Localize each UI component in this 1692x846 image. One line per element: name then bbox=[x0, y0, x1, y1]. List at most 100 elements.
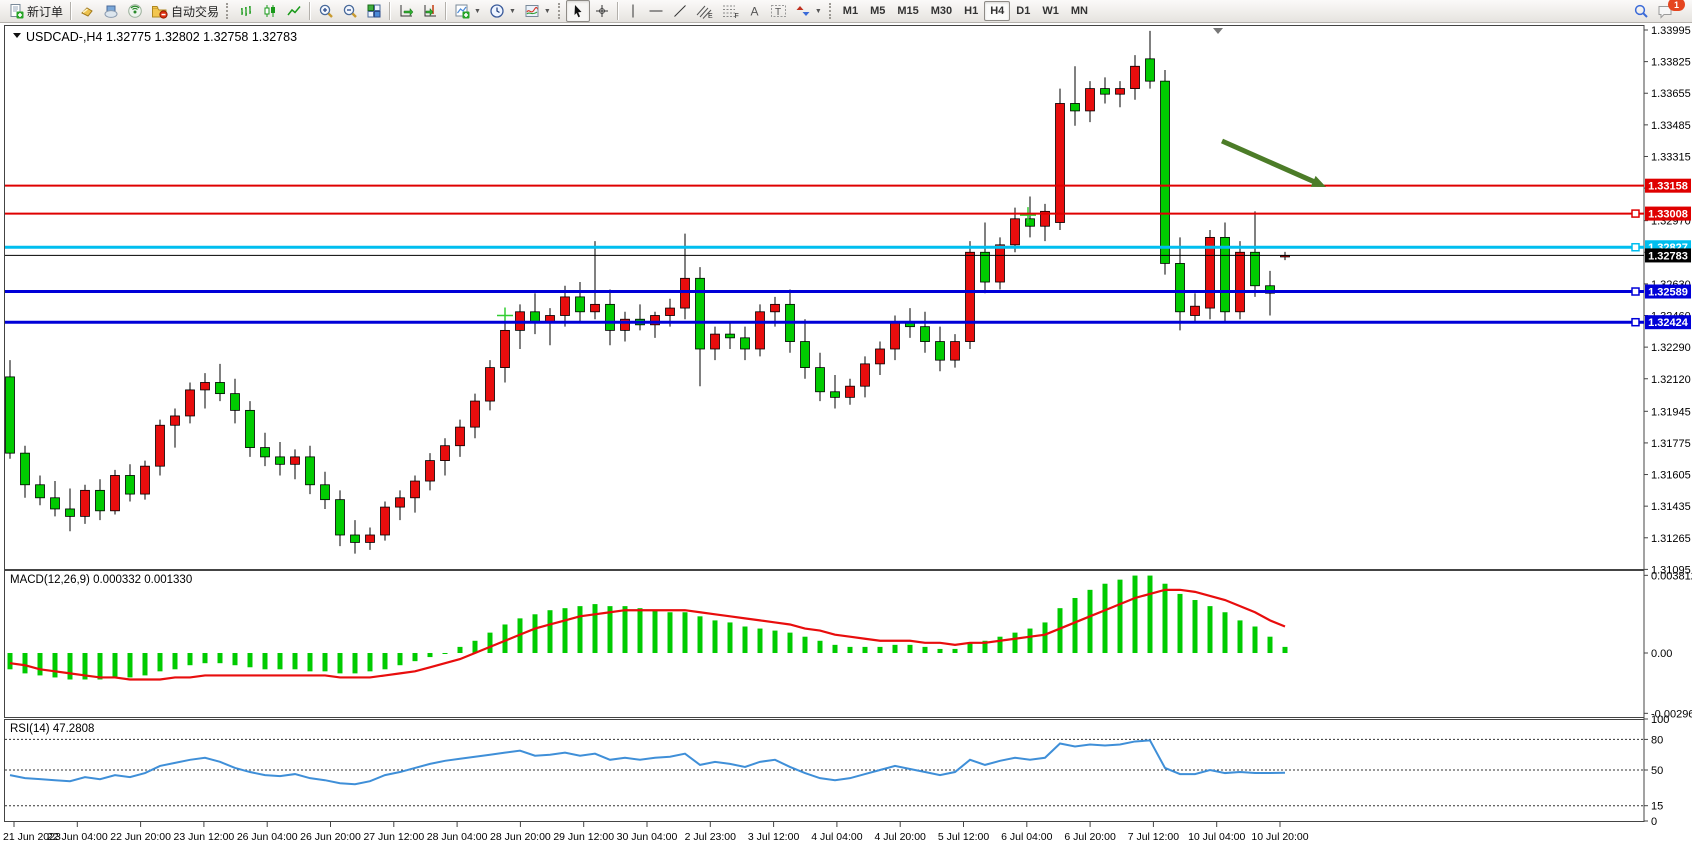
macd-label: MACD(12,26,9) 0.000332 0.001330 bbox=[10, 574, 192, 586]
svg-text:1.31605: 1.31605 bbox=[1651, 470, 1691, 482]
timeframe-button-M30[interactable]: M30 bbox=[925, 1, 958, 21]
svg-text:10 Jul 20:00: 10 Jul 20:00 bbox=[1251, 831, 1308, 843]
timeframe-button-H1[interactable]: H1 bbox=[958, 1, 984, 21]
timeframe-button-M5[interactable]: M5 bbox=[864, 1, 891, 21]
cursor-icon bbox=[570, 3, 586, 19]
horizontal-line-button[interactable] bbox=[644, 0, 668, 22]
autoscroll-button[interactable] bbox=[394, 0, 418, 22]
svg-text:80: 80 bbox=[1651, 734, 1663, 746]
crosshair-button[interactable] bbox=[590, 0, 614, 22]
equidistant-channel-button[interactable]: E bbox=[692, 0, 718, 22]
text-label-button[interactable]: T bbox=[766, 0, 791, 22]
arrows-icon bbox=[795, 3, 811, 19]
tile-windows-button[interactable] bbox=[362, 0, 386, 22]
arrows-button[interactable]: ▼ bbox=[791, 0, 826, 22]
chart-shift-button[interactable] bbox=[418, 0, 442, 22]
candlestick-chart-button[interactable] bbox=[258, 0, 282, 22]
indicators-icon bbox=[454, 3, 470, 19]
svg-text:1.32589: 1.32589 bbox=[1648, 287, 1688, 299]
svg-text:3 Jul 12:00: 3 Jul 12:00 bbox=[748, 831, 800, 843]
svg-text:23 Jun 12:00: 23 Jun 12:00 bbox=[174, 831, 235, 843]
auto-trading-icon bbox=[151, 3, 168, 19]
cursor-button[interactable] bbox=[566, 0, 590, 22]
svg-text:28 Jun 20:00: 28 Jun 20:00 bbox=[490, 831, 551, 843]
svg-text:30 Jun 04:00: 30 Jun 04:00 bbox=[617, 831, 678, 843]
fibonacci-button[interactable]: F bbox=[718, 0, 744, 22]
svg-text:F: F bbox=[734, 13, 738, 19]
bar-chart-button[interactable] bbox=[234, 0, 258, 22]
chart-canvas[interactable]: 1.339951.338251.336551.334851.333151.331… bbox=[0, 23, 1692, 846]
rsi-label: RSI(14) 47.2808 bbox=[10, 723, 94, 735]
svg-text:1.33485: 1.33485 bbox=[1651, 120, 1691, 132]
toolbar-grip[interactable] bbox=[829, 3, 834, 19]
timeframe-button-W1[interactable]: W1 bbox=[1036, 1, 1065, 21]
svg-text:6 Jul 04:00: 6 Jul 04:00 bbox=[1001, 831, 1053, 843]
vertical-line-button[interactable] bbox=[622, 0, 644, 22]
signal-button[interactable] bbox=[123, 0, 147, 22]
auto-trading-label: 自动交易 bbox=[171, 3, 219, 20]
gold-box-button[interactable] bbox=[75, 0, 99, 22]
svg-text:29 Jun 12:00: 29 Jun 12:00 bbox=[553, 831, 614, 843]
auto-trading-button[interactable]: 自动交易 bbox=[147, 0, 223, 22]
toolbar-grip[interactable] bbox=[558, 3, 563, 19]
timeframe-button-D1[interactable]: D1 bbox=[1010, 1, 1036, 21]
svg-text:1.33315: 1.33315 bbox=[1651, 151, 1691, 163]
candlestick-chart-icon bbox=[262, 3, 278, 19]
search-button[interactable] bbox=[1629, 0, 1653, 22]
cloud-chart-button[interactable] bbox=[99, 0, 123, 22]
toolbar-separator bbox=[309, 2, 311, 20]
svg-text:1.32783: 1.32783 bbox=[1648, 250, 1688, 262]
chat-button[interactable]: 1 bbox=[1653, 0, 1678, 22]
svg-text:4 Jul 20:00: 4 Jul 20:00 bbox=[875, 831, 927, 843]
svg-text:0.00: 0.00 bbox=[1651, 648, 1672, 660]
fibonacci-icon: F bbox=[722, 3, 740, 19]
macd-pane[interactable] bbox=[5, 571, 1645, 718]
zoom-out-button[interactable] bbox=[338, 0, 362, 22]
line-chart-icon bbox=[286, 3, 302, 19]
svg-text:27 Jun 12:00: 27 Jun 12:00 bbox=[363, 831, 424, 843]
svg-text:1.31945: 1.31945 bbox=[1651, 406, 1691, 418]
templates-button[interactable]: ▼ bbox=[520, 0, 555, 22]
toolbar-separator bbox=[617, 2, 619, 20]
toolbar-separator bbox=[389, 2, 391, 20]
svg-text:100: 100 bbox=[1651, 714, 1669, 726]
toolbar-grip[interactable] bbox=[226, 3, 231, 19]
timeframe-group: M1M5M15M30H1H4D1W1MN bbox=[837, 1, 1094, 21]
svg-text:T: T bbox=[775, 7, 781, 18]
trendline-button[interactable] bbox=[668, 0, 692, 22]
new-order-label: 新订单 bbox=[27, 3, 63, 20]
chart-window[interactable]: 1.339951.338251.336551.334851.333151.331… bbox=[0, 23, 1692, 846]
svg-text:2 Jul 23:00: 2 Jul 23:00 bbox=[685, 831, 737, 843]
chevron-down-icon: ▼ bbox=[544, 8, 551, 15]
svg-text:26 Jun 20:00: 26 Jun 20:00 bbox=[300, 831, 361, 843]
svg-text:1.33158: 1.33158 bbox=[1648, 181, 1688, 193]
text-button[interactable]: A bbox=[744, 0, 766, 22]
vertical-line-icon bbox=[626, 3, 640, 19]
svg-text:50: 50 bbox=[1651, 765, 1663, 777]
main-chart-pane[interactable] bbox=[5, 26, 1645, 570]
timeframe-button-M1[interactable]: M1 bbox=[837, 1, 864, 21]
svg-text:1.33655: 1.33655 bbox=[1651, 88, 1691, 100]
svg-text:22 Jun 20:00: 22 Jun 20:00 bbox=[110, 831, 171, 843]
svg-text:1.33825: 1.33825 bbox=[1651, 57, 1691, 69]
zoom-in-button[interactable] bbox=[314, 0, 338, 22]
indicators-button[interactable]: ▼ bbox=[450, 0, 485, 22]
svg-text:15: 15 bbox=[1651, 801, 1663, 813]
chevron-down-icon: ▼ bbox=[509, 8, 516, 15]
svg-text:E: E bbox=[708, 13, 713, 19]
periods-button[interactable]: ▼ bbox=[485, 0, 520, 22]
timeframe-button-MN[interactable]: MN bbox=[1065, 1, 1094, 21]
timeframe-button-H4[interactable]: H4 bbox=[984, 1, 1010, 21]
svg-text:4 Jul 04:00: 4 Jul 04:00 bbox=[811, 831, 863, 843]
zoom-out-icon bbox=[342, 3, 358, 19]
gold-box-icon bbox=[79, 3, 95, 19]
svg-text:6 Jul 20:00: 6 Jul 20:00 bbox=[1064, 831, 1116, 843]
chart-shift-icon bbox=[422, 3, 438, 19]
line-chart-button[interactable] bbox=[282, 0, 306, 22]
new-order-button[interactable]: 新订单 bbox=[4, 0, 67, 22]
main-toolbar: 新订单 自动交易 bbox=[0, 0, 1692, 23]
chevron-down-icon: ▼ bbox=[815, 8, 822, 15]
svg-text:1.31775: 1.31775 bbox=[1651, 438, 1691, 450]
timeframe-button-M15[interactable]: M15 bbox=[891, 1, 924, 21]
signal-icon bbox=[127, 3, 143, 19]
